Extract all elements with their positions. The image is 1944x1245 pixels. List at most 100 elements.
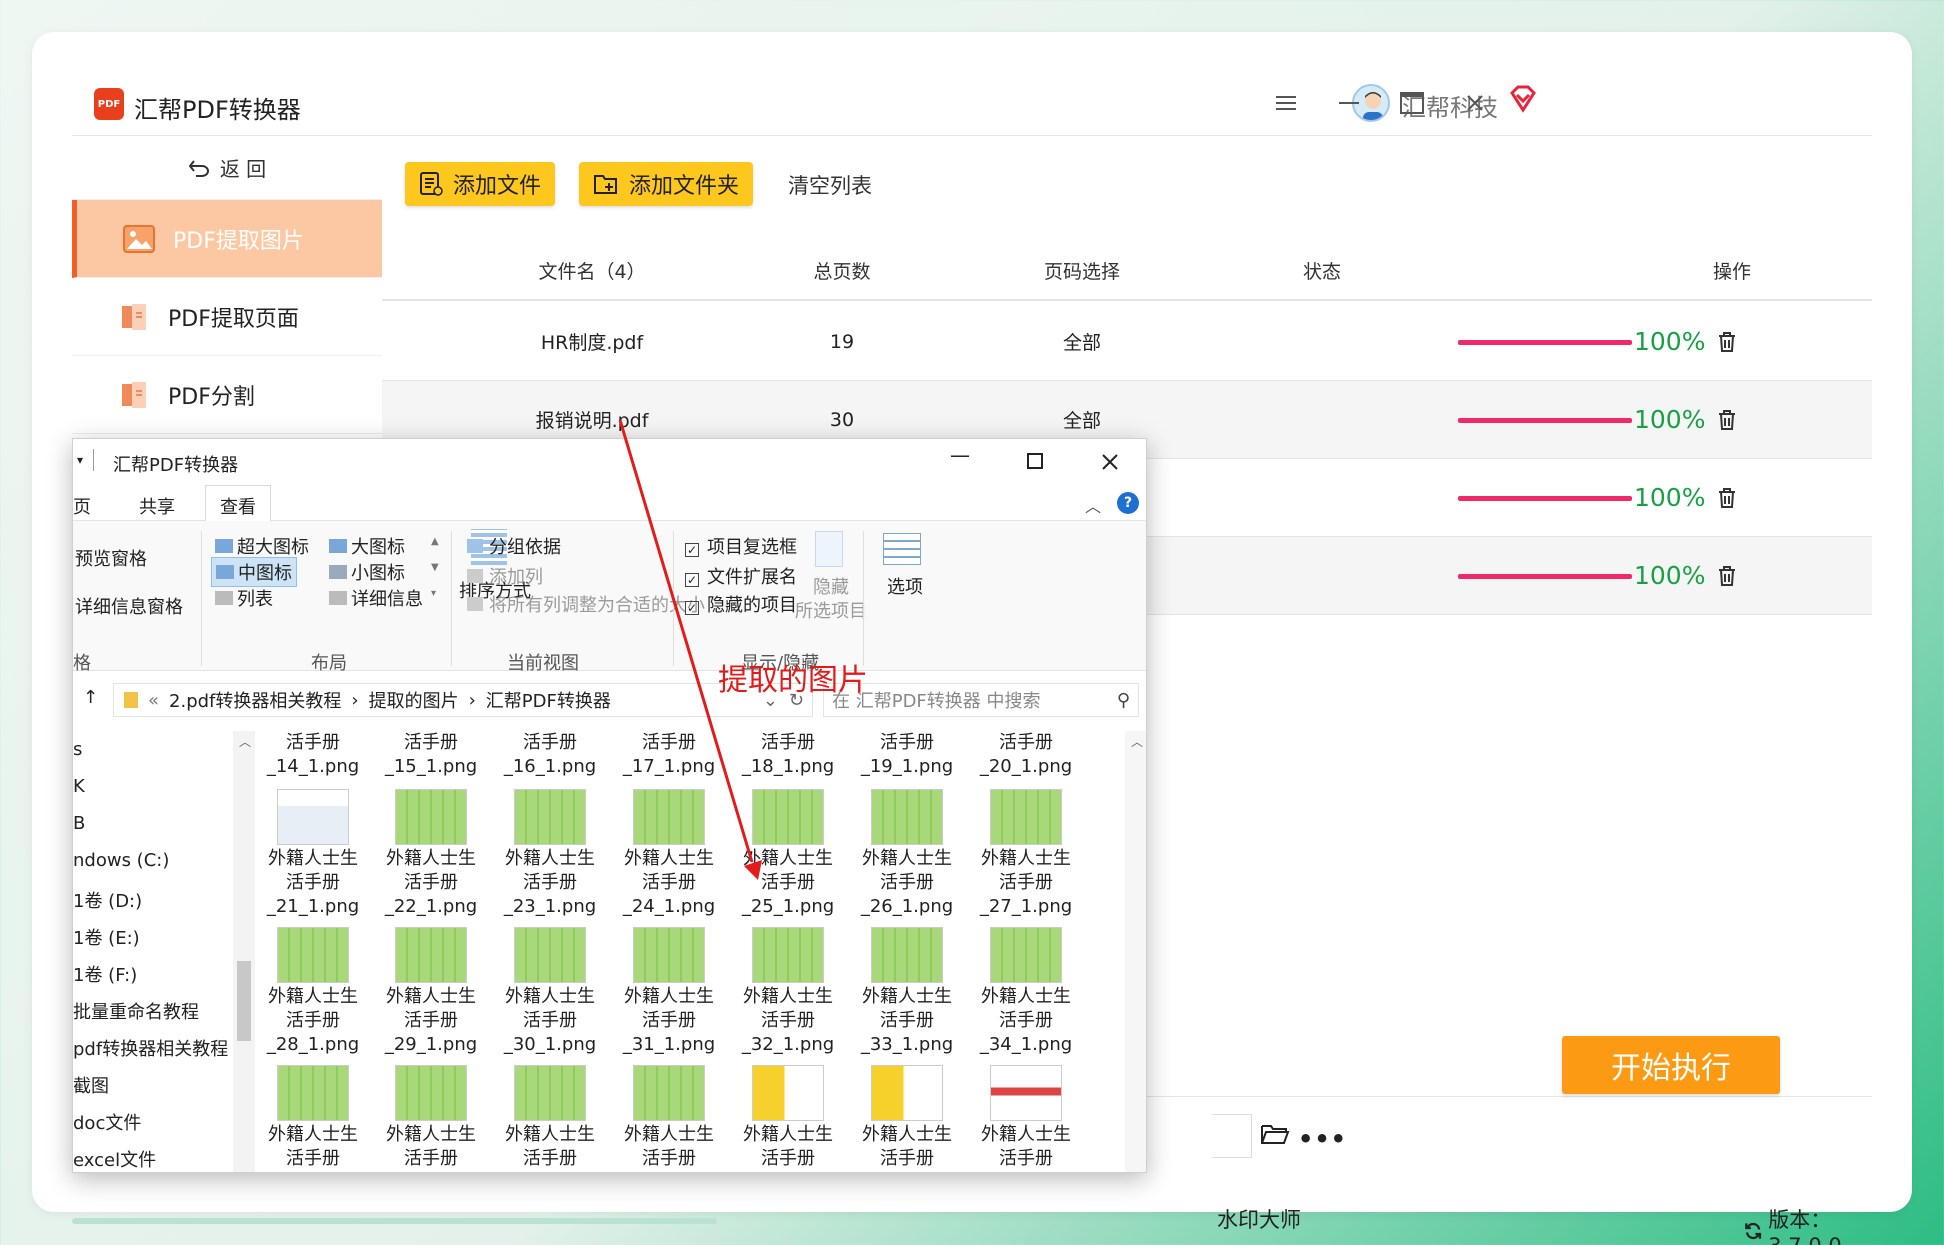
file-item[interactable]: 外籍人士生 活手册 _32_1.png	[738, 921, 838, 1057]
tree-item[interactable]: B	[73, 813, 85, 834]
file-item[interactable]: 外籍人士生 活手册 _24_1.png	[619, 783, 719, 919]
search-input[interactable]: 在 汇帮PDF转换器 中搜索 ⚲	[823, 683, 1139, 717]
tree-item[interactable]: 批量重命名教程	[73, 998, 199, 1024]
close-icon[interactable]	[1458, 86, 1492, 120]
layout-small-icons[interactable]: 小图标	[329, 559, 405, 585]
breadcrumb-item[interactable]: 汇帮PDF转换器	[486, 687, 611, 713]
more-options-icon[interactable]: •••	[1298, 1125, 1347, 1153]
sidebar-item-extract-images[interactable]: PDF提取图片	[72, 200, 382, 278]
delete-icon[interactable]	[1702, 459, 1752, 536]
file-item[interactable]: 活手册 _16_1.png	[500, 731, 600, 779]
details-pane-button[interactable]: 详细信息窗格	[75, 593, 183, 619]
search-icon[interactable]: ⚲	[1117, 690, 1130, 711]
up-arrow-icon[interactable]: ↑	[83, 687, 98, 708]
layout-scroll-icon[interactable]: ▲ ▼ ▾	[431, 529, 439, 607]
file-item[interactable]: 外籍人士生 活手册 _31_1.png	[619, 921, 719, 1057]
file-grid-scrollbar[interactable]: ︿	[1125, 731, 1146, 1172]
breadcrumb-item[interactable]: 提取的图片	[369, 687, 459, 713]
collapse-ribbon-icon[interactable]: ︿	[1085, 493, 1101, 517]
tree-item[interactable]: 1卷 (E:)	[73, 924, 140, 950]
file-item[interactable]: 外籍人士生 活手册	[263, 1059, 363, 1171]
file-extension-toggle[interactable]: ✓ 文件扩展名	[685, 563, 797, 589]
sidebar-item-extract-pages[interactable]: PDF提取页面	[72, 278, 382, 356]
file-item[interactable]: 外籍人士生 活手册	[619, 1059, 719, 1171]
layout-xlarge-icons[interactable]: 超大图标	[215, 533, 309, 559]
clear-list-button[interactable]: 清空列表	[788, 170, 872, 200]
group-by-button[interactable]: 分组依据	[467, 533, 561, 559]
quick-access-dropdown-icon[interactable]: ▾	[77, 453, 83, 467]
options-button[interactable]: 选项	[887, 573, 923, 599]
file-item[interactable]: 外籍人士生 活手册 _33_1.png	[857, 921, 957, 1057]
open-folder-icon[interactable]	[1260, 1122, 1290, 1150]
minimize-icon[interactable]	[1332, 86, 1366, 120]
output-path-input[interactable]	[1212, 1114, 1252, 1158]
maximize-icon[interactable]	[1395, 86, 1429, 120]
file-item[interactable]: 活手册 _19_1.png	[857, 731, 957, 779]
delete-icon[interactable]	[1702, 303, 1752, 380]
watermark-link[interactable]: 水印大师	[1217, 1204, 1301, 1234]
item-checkbox-toggle[interactable]: ✓ 项目复选框	[685, 533, 797, 559]
tree-item[interactable]: pdf转换器相关教程	[73, 1035, 228, 1061]
tab-share[interactable]: 共享	[139, 493, 175, 519]
file-item[interactable]: 活手册 _15_1.png	[381, 731, 481, 779]
sidebar-item-pdf-split[interactable]: PDF分割	[72, 356, 382, 434]
file-item[interactable]: 外籍人士生 活手册 _30_1.png	[500, 921, 600, 1057]
file-item[interactable]: 活手册 _14_1.png	[263, 731, 363, 779]
file-item[interactable]: 外籍人士生 活手册 _23_1.png	[500, 783, 600, 919]
file-item[interactable]: 外籍人士生 活手册 _25_1.png	[738, 783, 838, 919]
file-item[interactable]: 外籍人士生 活手册 _28_1.png	[263, 921, 363, 1057]
file-item[interactable]: 外籍人士生 活手册 _26_1.png	[857, 783, 957, 919]
add-file-button[interactable]: 添加文件	[405, 162, 556, 206]
tree-item[interactable]: 1卷 (F:)	[73, 961, 137, 987]
breadcrumb-item[interactable]: 2.pdf转换器相关教程	[169, 687, 341, 713]
tree-item[interactable]: 截图	[73, 1072, 109, 1098]
scroll-thumb[interactable]	[237, 961, 251, 1041]
tree-item[interactable]: s	[73, 739, 82, 760]
layout-details[interactable]: 详细信息	[329, 585, 423, 611]
file-item[interactable]: 活手册 _17_1.png	[619, 731, 719, 779]
tree-item[interactable]: 1卷 (D:)	[73, 887, 142, 913]
explorer-minimize-icon[interactable]: —	[950, 443, 970, 467]
file-item[interactable]: 外籍人士生 活手册 _21_1.png	[263, 783, 363, 919]
start-button[interactable]: 开始执行	[1562, 1036, 1780, 1094]
file-item[interactable]: 外籍人士生 活手册 _27_1.png	[976, 783, 1076, 919]
hidden-items-toggle[interactable]: ✓ 隐藏的项目	[685, 591, 797, 617]
file-item[interactable]: 外籍人士生 活手册	[738, 1059, 838, 1171]
table-row[interactable]: HR制度.pdf 19 全部 100%	[382, 303, 1872, 381]
layout-medium-icons[interactable]: 中图标	[211, 557, 297, 587]
preview-pane-button[interactable]: 预览窗格	[75, 545, 147, 571]
file-item[interactable]: 外籍人士生 活手册 _22_1.png	[381, 783, 481, 919]
tab-view[interactable]: 查看	[205, 485, 271, 521]
vip-diamond-icon[interactable]	[1508, 84, 1538, 118]
file-item[interactable]: 活手册 _20_1.png	[976, 731, 1076, 779]
path-input[interactable]: « 2.pdf转换器相关教程 › 提取的图片 › 汇帮PDF转换器 ⌄ ↻	[113, 683, 813, 717]
delete-icon[interactable]	[1702, 537, 1752, 614]
hide-selected-line2[interactable]: 所选项目	[795, 597, 867, 623]
add-column-button[interactable]: 添加列	[467, 563, 543, 589]
tree-item[interactable]: ndows (C:)	[73, 850, 169, 871]
path-overflow-icon[interactable]: «	[148, 690, 159, 711]
file-item[interactable]: 外籍人士生 活手册	[381, 1059, 481, 1171]
file-item[interactable]: 外籍人士生 活手册 _29_1.png	[381, 921, 481, 1057]
hide-selected-line1[interactable]: 隐藏	[813, 573, 849, 599]
back-button[interactable]: 返 回	[72, 136, 382, 200]
file-item[interactable]: 外籍人士生 活手册	[857, 1059, 957, 1171]
layout-list[interactable]: 列表	[215, 585, 273, 611]
navigation-scrollbar[interactable]: ︿	[233, 731, 255, 1172]
help-icon[interactable]: ?	[1117, 492, 1139, 514]
file-item[interactable]: 外籍人士生 活手册	[500, 1059, 600, 1171]
menu-icon[interactable]	[1269, 86, 1303, 120]
tab-home[interactable]: 页	[73, 493, 91, 519]
explorer-maximize-icon[interactable]	[1027, 453, 1043, 469]
add-folder-button[interactable]: 添加文件夹	[579, 162, 754, 206]
explorer-close-icon[interactable]	[1101, 453, 1119, 471]
row-page-select[interactable]: 全部	[982, 303, 1182, 380]
scroll-up-icon[interactable]: ︿	[239, 733, 251, 750]
tree-item[interactable]: doc文件	[73, 1109, 141, 1135]
file-item[interactable]: 外籍人士生 活手册 _34_1.png	[976, 921, 1076, 1057]
fit-columns-button[interactable]: 将所有列调整为合适的大小	[467, 591, 705, 617]
layout-large-icons[interactable]: 大图标	[329, 533, 405, 559]
tree-item[interactable]: K	[73, 776, 85, 797]
delete-icon[interactable]	[1702, 381, 1752, 458]
version-info[interactable]: 版本：3.7.0.0	[1744, 1204, 1872, 1245]
